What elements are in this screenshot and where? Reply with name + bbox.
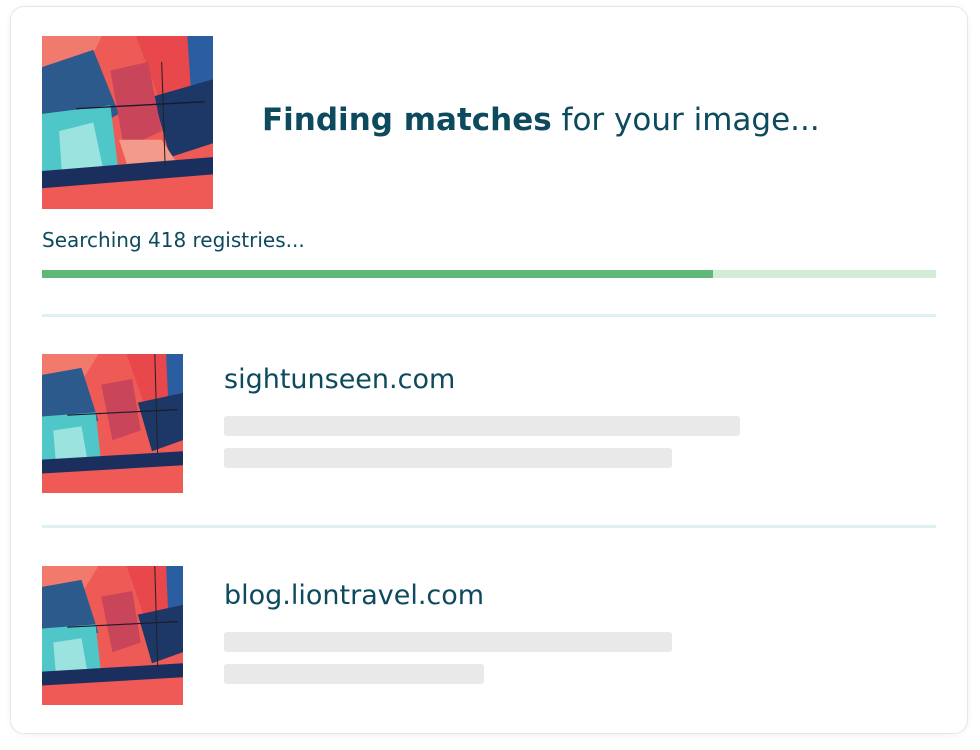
page-title: Finding matches for your image... bbox=[262, 98, 942, 142]
result-thumbnail[interactable] bbox=[42, 354, 183, 493]
result-domain[interactable]: blog.liontravel.com bbox=[224, 578, 484, 614]
loading-placeholder-line bbox=[224, 632, 672, 652]
mural-image-icon bbox=[42, 566, 183, 705]
divider bbox=[42, 314, 936, 317]
page-title-bold: Finding matches bbox=[262, 102, 552, 138]
loading-placeholder-line bbox=[224, 416, 740, 436]
loading-placeholder-line bbox=[224, 448, 672, 468]
mural-image-icon bbox=[42, 36, 213, 209]
mural-image-icon bbox=[42, 354, 183, 493]
search-progress-fill bbox=[42, 270, 713, 278]
result-domain[interactable]: sightunseen.com bbox=[224, 362, 455, 398]
search-progress-bar bbox=[42, 270, 936, 278]
search-status-text: Searching 418 registries... bbox=[42, 228, 305, 252]
page-title-rest: for your image... bbox=[551, 102, 820, 138]
loading-placeholder-line bbox=[224, 664, 484, 684]
result-thumbnail[interactable] bbox=[42, 566, 183, 705]
divider bbox=[42, 525, 936, 528]
uploaded-image bbox=[42, 36, 213, 209]
